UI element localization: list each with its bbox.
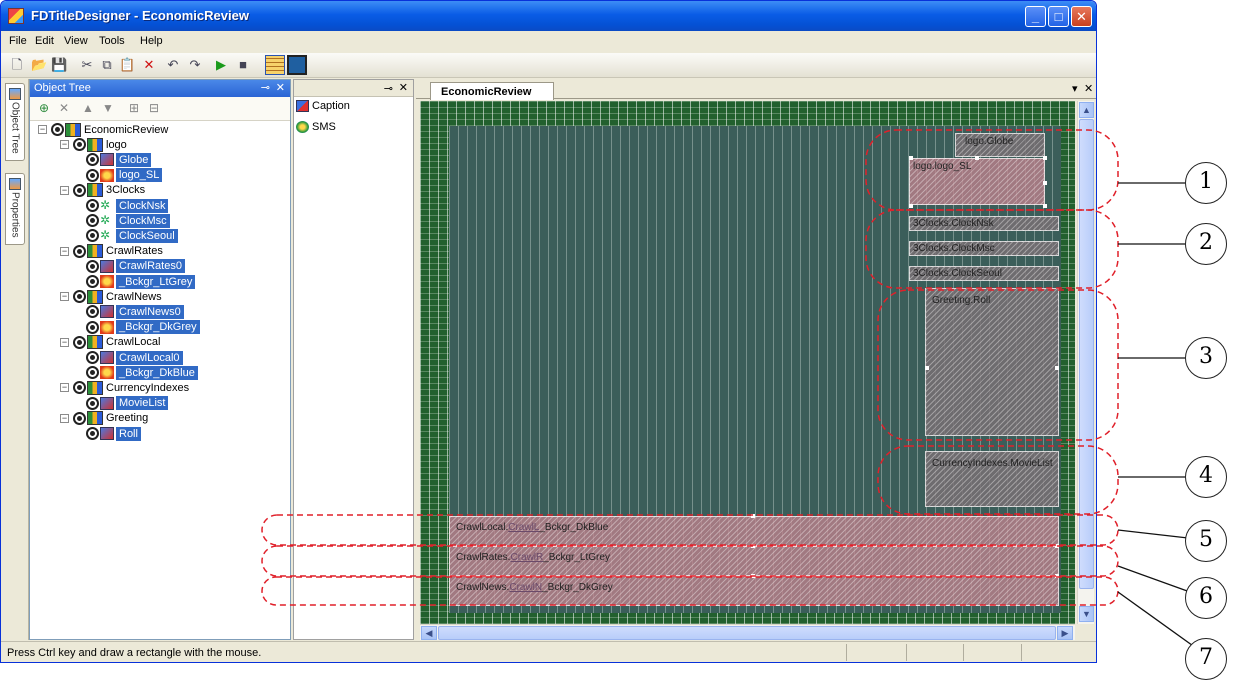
callout-region-6	[261, 545, 1119, 577]
callout-2: 2	[1185, 223, 1227, 265]
callout-region-4	[877, 445, 1119, 515]
callout-region-7	[261, 576, 1119, 606]
callout-3: 3	[1185, 337, 1227, 379]
callout-4: 4	[1185, 456, 1227, 498]
callout-7: 7	[1185, 638, 1227, 680]
callout-region-1	[865, 129, 1119, 211]
callout-overlay	[261, 129, 1197, 649]
callout-1: 1	[1185, 162, 1227, 204]
callout-5: 5	[1185, 520, 1227, 562]
callout-region-2	[865, 209, 1119, 289]
callout-region-5	[261, 514, 1119, 546]
leader-line-6	[1117, 565, 1191, 593]
callout-6: 6	[1185, 577, 1227, 619]
callout-region-3	[877, 289, 1119, 441]
leader-line-5	[1117, 529, 1189, 539]
